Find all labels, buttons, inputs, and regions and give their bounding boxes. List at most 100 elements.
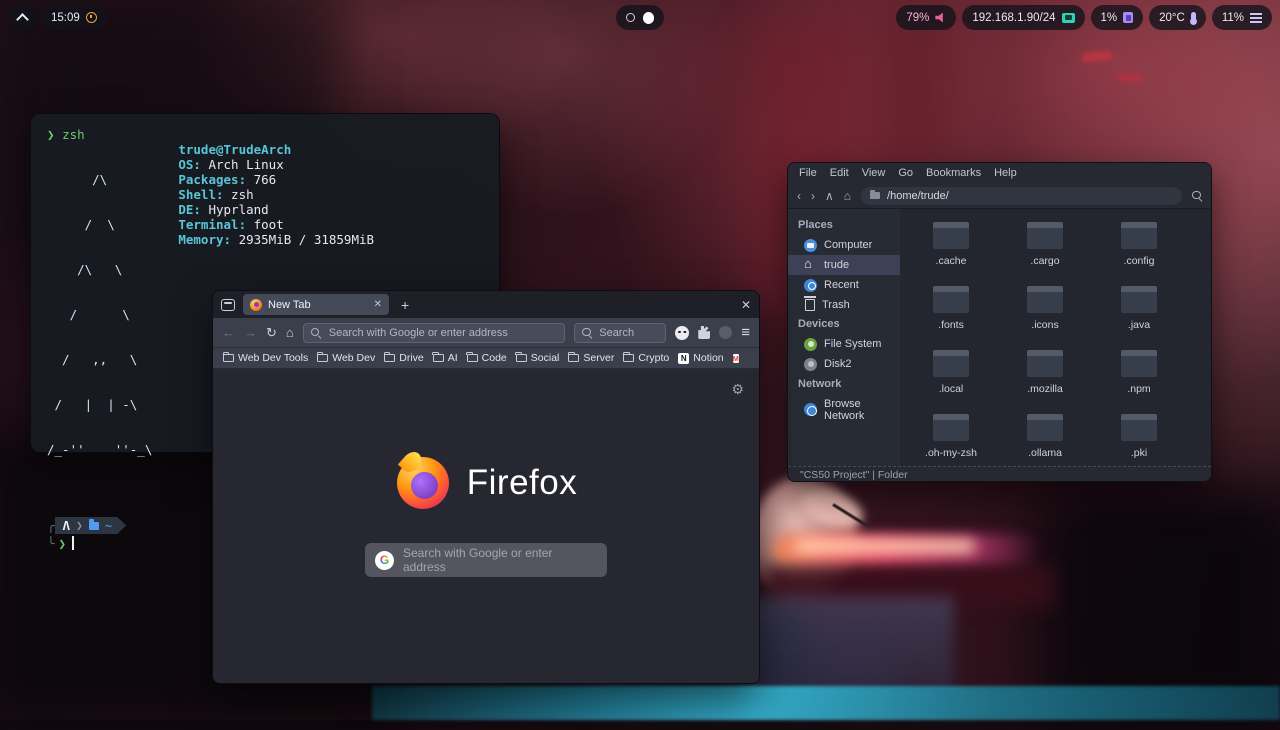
folder-item[interactable]: .config: [1092, 219, 1186, 283]
menu-help[interactable]: Help: [994, 167, 1017, 179]
tab-title: New Tab: [268, 299, 368, 311]
folder-icon: [933, 286, 969, 313]
up-button[interactable]: ∧: [825, 189, 834, 203]
workspaces-widget: [616, 5, 664, 30]
extension-icon-adblock[interactable]: [675, 326, 689, 340]
forward-button[interactable]: →: [244, 325, 257, 340]
personalize-gear-icon[interactable]: ⚙: [731, 381, 744, 398]
tab-close-icon[interactable]: ✕: [374, 299, 382, 310]
temperature-value: 20°C: [1159, 12, 1185, 24]
thermometer-icon: [1191, 12, 1196, 24]
filesystem-icon: [804, 338, 817, 351]
newtab-search-bar[interactable]: G Search with Google or enter address: [365, 543, 607, 577]
bookmark-folder-icon: [317, 354, 328, 362]
folder-icon: [1027, 350, 1063, 377]
folder-item[interactable]: .npm: [1092, 347, 1186, 411]
forward-button[interactable]: ›: [811, 189, 815, 203]
folder-item[interactable]: .local: [904, 347, 998, 411]
firefox-favicon: [250, 299, 262, 311]
menu-bookmarks[interactable]: Bookmarks: [926, 167, 981, 179]
status-bar: 15:09 79% 192.168.1.90/24 1% 20°C 11%: [0, 0, 1280, 36]
search-box[interactable]: [574, 323, 666, 343]
places-sidebar: Places Computer trude Recent Trash Devic…: [788, 209, 900, 466]
disk-icon: [804, 358, 817, 371]
home-button[interactable]: ⌂: [286, 325, 294, 340]
menu-edit[interactable]: Edit: [830, 167, 849, 179]
tab-new-tab[interactable]: New Tab ✕: [243, 294, 389, 315]
folder-item[interactable]: .pki: [1092, 411, 1186, 475]
folder-item[interactable]: .fonts: [904, 283, 998, 347]
temperature-widget[interactable]: 20°C: [1149, 5, 1206, 30]
search-icon[interactable]: [1192, 191, 1202, 201]
search-input[interactable]: [597, 326, 658, 340]
folder-icon: [870, 192, 880, 199]
folder-item[interactable]: .icons: [998, 283, 1092, 347]
folder-item[interactable]: .cargo: [998, 219, 1092, 283]
new-tab-button[interactable]: +: [401, 297, 409, 313]
network-widget[interactable]: 192.168.1.90/24: [962, 5, 1084, 30]
url-input[interactable]: [327, 326, 557, 340]
sidebar-item-disk2[interactable]: Disk2: [788, 354, 900, 374]
folder-icon: [933, 222, 969, 249]
window-close-button[interactable]: ✕: [741, 298, 751, 312]
folder-item[interactable]: .ollama: [998, 411, 1092, 475]
menu-go[interactable]: Go: [898, 167, 913, 179]
sidebar-item-computer[interactable]: Computer: [788, 235, 900, 255]
folder-item[interactable]: .cache: [904, 219, 998, 283]
bookmark-notion[interactable]: Notion: [678, 352, 723, 364]
sidebar-item-filesystem[interactable]: File System: [788, 334, 900, 354]
back-button[interactable]: ←: [222, 325, 235, 340]
bookmark-code[interactable]: Code: [467, 352, 507, 364]
menu-file[interactable]: File: [799, 167, 817, 179]
account-icon[interactable]: [719, 326, 732, 339]
devices-header: Devices: [788, 314, 900, 334]
bookmark-social[interactable]: Social: [516, 352, 560, 364]
folder-icon: [1027, 222, 1063, 249]
workspace-dot-active[interactable]: [643, 12, 654, 24]
volume-widget[interactable]: 79%: [896, 5, 956, 30]
workspace-dot-inactive[interactable]: [626, 13, 635, 22]
firefox-wordmark: Firefox: [467, 463, 577, 503]
home-button[interactable]: ⌂: [844, 189, 851, 203]
bookmark-folder-icon: [516, 354, 527, 362]
navigation-toolbar: ← → ↻ ⌂ ≡: [213, 318, 759, 348]
sidebar-item-trash[interactable]: Trash: [788, 295, 900, 314]
bookmark-drive[interactable]: Drive: [384, 352, 424, 364]
path-bar[interactable]: /home/trude/: [861, 187, 1182, 205]
bookmark-server[interactable]: Server: [568, 352, 614, 364]
clock-widget[interactable]: 15:09: [41, 5, 107, 30]
menu-button[interactable]: ≡: [741, 324, 750, 341]
bookmark-ai[interactable]: AI: [433, 352, 458, 364]
folder-item[interactable]: .java: [1092, 283, 1186, 347]
network-header: Network: [788, 374, 900, 394]
launcher-button[interactable]: [9, 5, 36, 30]
reload-button[interactable]: ↻: [266, 325, 277, 341]
computer-icon: [804, 239, 817, 252]
cpu-widget[interactable]: 1%: [1091, 5, 1144, 30]
firefox-view-icon[interactable]: [221, 299, 235, 311]
notion-icon: [678, 353, 689, 364]
sidebar-item-home[interactable]: trude: [788, 255, 900, 275]
wallpaper-teal-band: [372, 686, 1280, 720]
url-bar[interactable]: [303, 323, 565, 343]
gmail-icon[interactable]: [733, 354, 739, 363]
wallpaper-forge-core: [795, 540, 975, 553]
sidebar-item-browse-network[interactable]: Browse Network: [788, 394, 900, 425]
sidebar-item-recent[interactable]: Recent: [788, 275, 900, 295]
folder-icon: [933, 350, 969, 377]
folder-item[interactable]: .oh-my-zsh: [904, 411, 998, 475]
memory-widget[interactable]: 11%: [1212, 5, 1272, 30]
bookmark-web-dev[interactable]: Web Dev: [317, 352, 375, 364]
bookmark-web-dev-tools[interactable]: Web Dev Tools: [223, 352, 308, 364]
network-value: 192.168.1.90/24: [972, 12, 1055, 24]
bookmark-crypto[interactable]: Crypto: [623, 352, 669, 364]
prompt-frame-bottom: ╰: [47, 536, 55, 551]
cpu-icon: [1123, 12, 1133, 23]
terminal-cursor: [72, 536, 74, 550]
prompt-left-segment: Λ ❯ ~: [55, 517, 127, 534]
trash-icon: [805, 299, 815, 311]
back-button[interactable]: ‹: [797, 189, 801, 203]
extension-icon-2[interactable]: [698, 326, 710, 339]
menu-view[interactable]: View: [862, 167, 886, 179]
folder-item[interactable]: .mozilla: [998, 347, 1092, 411]
